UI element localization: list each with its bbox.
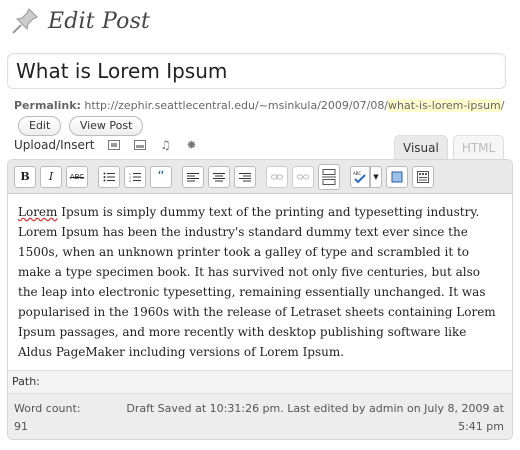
- page-header: Edit Post: [8, 2, 150, 40]
- tab-html[interactable]: HTML: [452, 135, 505, 160]
- svg-text:3: 3: [129, 179, 131, 182]
- page-title: Edit Post: [48, 8, 151, 34]
- permalink-slug[interactable]: what-is-lorem-ipsum: [388, 99, 501, 112]
- pushpin-icon: [8, 5, 42, 37]
- draft-saved-notice: Draft Saved at 10:31:26 pm. Last edited …: [126, 402, 504, 433]
- image-icon[interactable]: [107, 138, 121, 152]
- more-tag-icon[interactable]: [318, 163, 340, 190]
- bullet-list-icon[interactable]: [98, 165, 120, 188]
- video-icon[interactable]: [133, 138, 147, 152]
- editor-body-text: Ipsum is simply dummy text of the printi…: [18, 205, 496, 359]
- align-right-icon[interactable]: [234, 165, 256, 188]
- align-left-icon[interactable]: [182, 165, 204, 188]
- word-count: Word count: 91: [14, 402, 81, 433]
- svg-text:ABC: ABC: [353, 171, 361, 176]
- editor-content[interactable]: Lorem Ipsum is simply dummy text of the …: [8, 194, 512, 370]
- editor-tabs: Visual HTML: [394, 135, 509, 160]
- view-post-button[interactable]: View Post: [68, 116, 144, 136]
- editor-toolbar: B I ABC 123 “ ABC ▼: [8, 160, 512, 194]
- tab-visual[interactable]: Visual: [394, 135, 448, 160]
- permalink-row: Permalink: http://zephir.seattlecentral.…: [14, 96, 514, 136]
- editor-path: Path:: [8, 370, 512, 393]
- link-icon[interactable]: [266, 165, 288, 188]
- fullscreen-icon[interactable]: [386, 165, 408, 188]
- audio-icon[interactable]: ♫: [159, 138, 173, 152]
- spellcheck-icon[interactable]: ABC: [350, 165, 370, 188]
- editor-status-bar: Word count: 91 Draft Saved at 10:31:26 p…: [8, 393, 512, 439]
- misspelled-word: Lorem: [18, 205, 58, 219]
- spellcheck-dropdown-icon[interactable]: ▼: [370, 165, 382, 188]
- unlink-icon[interactable]: [292, 165, 314, 188]
- permalink-label: Permalink:: [14, 99, 81, 112]
- permalink-base: http://zephir.seattlecentral.edu/~msinku…: [84, 99, 389, 112]
- post-editor: B I ABC 123 “ ABC ▼ Lorem Ipsum is simpl…: [7, 159, 513, 440]
- bold-icon[interactable]: B: [14, 165, 36, 188]
- italic-icon[interactable]: I: [40, 165, 62, 188]
- blockquote-icon[interactable]: “: [150, 165, 172, 188]
- align-center-icon[interactable]: [208, 165, 230, 188]
- edit-permalink-button[interactable]: Edit: [18, 116, 62, 136]
- upload-insert-bar: Upload/Insert ♫ ✹: [14, 138, 199, 152]
- media-icon[interactable]: ✹: [185, 138, 199, 152]
- strikethrough-icon[interactable]: ABC: [66, 165, 88, 188]
- kitchen-sink-icon[interactable]: [412, 165, 434, 188]
- numbered-list-icon[interactable]: 123: [124, 165, 146, 188]
- upload-insert-label: Upload/Insert: [14, 138, 95, 152]
- post-title-input[interactable]: [7, 53, 506, 89]
- permalink-tail: /: [500, 99, 505, 112]
